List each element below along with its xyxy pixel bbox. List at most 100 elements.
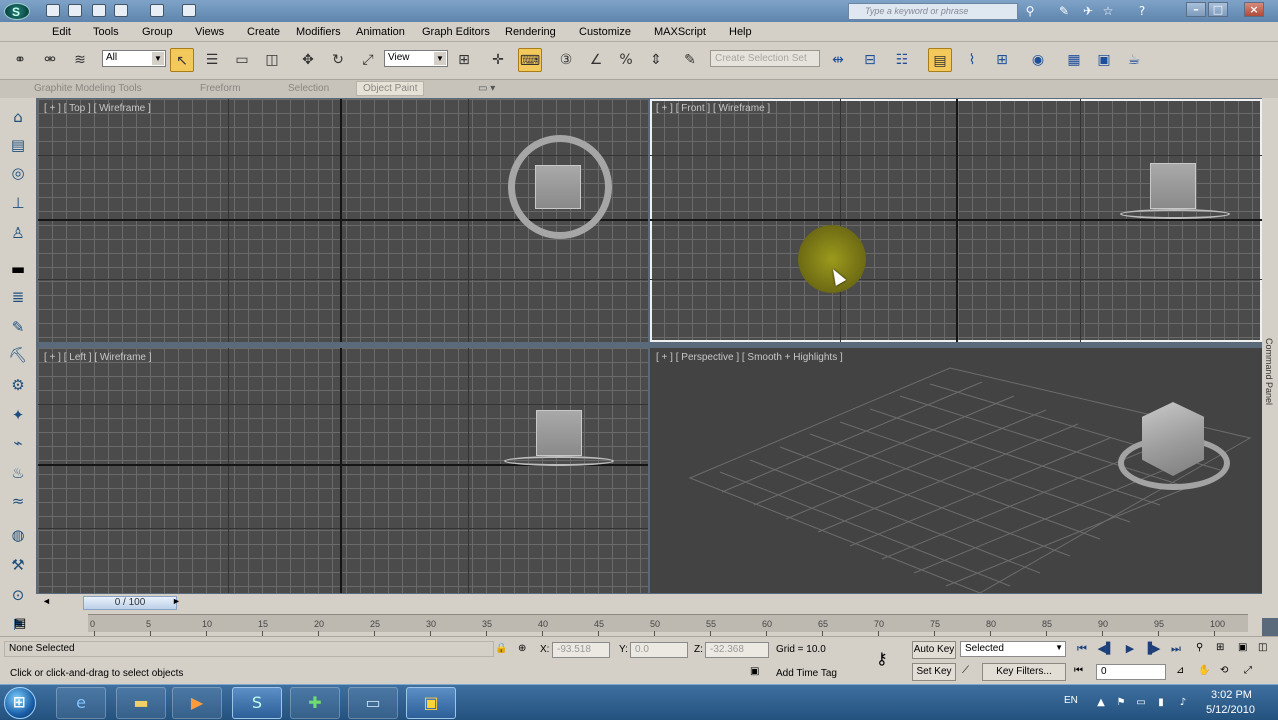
maximize-viewport-icon[interactable]: ⤢ [1244, 665, 1252, 676]
current-frame-field[interactable]: 0 [1096, 664, 1166, 680]
redo-icon[interactable] [150, 4, 164, 17]
curve-editor-icon[interactable]: ⌇ [960, 48, 984, 72]
mirror-icon[interactable]: ⇹ [826, 48, 850, 72]
material-editor-icon[interactable]: ◉ [1026, 48, 1050, 72]
new-file-icon[interactable] [46, 4, 60, 17]
edit-named-selection-icon[interactable]: ✎ [678, 48, 702, 72]
zoom-all-icon[interactable]: ⊞ [1216, 642, 1224, 653]
figure-icon[interactable]: ♙ [7, 222, 29, 244]
lamp-icon[interactable]: ◍ [7, 524, 29, 546]
project-folder-icon[interactable] [182, 4, 196, 17]
auto-key-button[interactable]: Auto Key [912, 641, 956, 659]
align-icon[interactable]: ⊟ [858, 48, 882, 72]
render-production-icon[interactable]: ☕ [1122, 48, 1146, 72]
pan-icon[interactable]: ✋ [1198, 665, 1210, 676]
menu-modifiers[interactable]: Modifiers [296, 26, 341, 38]
clapper-icon[interactable]: ▬ [7, 258, 29, 280]
gear-icon[interactable]: ⚙ [7, 374, 29, 396]
reference-coord-dropdown[interactable]: View ▼ [384, 50, 448, 67]
tab-selection[interactable]: Selection [288, 83, 329, 94]
menu-rendering[interactable]: Rendering [505, 26, 556, 38]
percent-snap-icon[interactable]: % [614, 48, 638, 72]
set-key-button[interactable]: Set Key [912, 663, 956, 681]
media-player-icon[interactable]: ▶ [172, 687, 222, 719]
binoculars-icon[interactable]: ⚲ [1022, 3, 1038, 19]
y-coordinate-field[interactable]: 0.0 [630, 642, 688, 658]
previous-frame-icon[interactable]: ◀▌ [1096, 641, 1116, 657]
viewport-perspective[interactable]: [ + ] [ Perspective ] [ Smooth + Highlig… [650, 348, 1262, 593]
app-logo-icon[interactable]: S [4, 3, 30, 20]
tab-freeform[interactable]: Freeform [200, 83, 241, 94]
layers-icon[interactable]: ≣ [7, 286, 29, 308]
internet-explorer-icon[interactable]: e [56, 687, 106, 719]
tray-flag-icon[interactable]: ⚑ [1114, 696, 1128, 710]
bone-icon[interactable]: ✦ [7, 404, 29, 426]
named-selection-sets-field[interactable]: Create Selection Set [710, 50, 820, 67]
track-bar[interactable]: ▤ 0 5 10 15 20 25 30 35 40 45 50 55 60 65 70 75 80 85 90 95… [14, 612, 1262, 636]
undo-icon[interactable] [114, 4, 128, 17]
viewport-perspective-label[interactable]: [ + ] [ Perspective ] [ Smooth + Highlig… [656, 352, 843, 363]
helix-icon[interactable]: ◎ [7, 162, 29, 184]
default-tangent-icon[interactable]: ⟋ [962, 665, 969, 676]
menu-edit[interactable]: Edit [52, 26, 71, 38]
menu-help[interactable]: Help [729, 26, 752, 38]
viewport-left[interactable]: [ + ] [ Left ] [ Wireframe ] [38, 348, 648, 593]
rotate-icon[interactable]: ↻ [326, 48, 350, 72]
viewport-front-label[interactable]: [ + ] [ Front ] [ Wireframe ] [656, 103, 770, 114]
select-and-link-icon[interactable]: ⚭ [8, 48, 32, 72]
open-file-icon[interactable] [68, 4, 82, 17]
ribbon-options-icon[interactable]: ▭ ▾ [478, 83, 495, 94]
maximize-button[interactable]: □ [1208, 2, 1228, 17]
clock-time[interactable]: 3:02 PM [1211, 689, 1252, 701]
track-bar-ruler[interactable]: 0 5 10 15 20 25 30 35 40 45 50 55 60 65 70 75 80 85 90 95 10… [88, 614, 1248, 636]
capture-app-icon[interactable]: ▣ [406, 687, 456, 719]
viewport-left-label[interactable]: [ + ] [ Left ] [ Wireframe ] [44, 352, 152, 363]
menu-create[interactable]: Create [247, 26, 280, 38]
zoom-extents-icon[interactable]: ▣ [1238, 642, 1247, 653]
selection-filter-dropdown[interactable]: All ▼ [102, 50, 166, 67]
unlink-icon[interactable]: ⚮ [38, 48, 62, 72]
command-panel-collapsed[interactable]: Command Panel [1262, 98, 1278, 618]
layer-manager-icon[interactable]: ☷ [890, 48, 914, 72]
orbit-icon[interactable]: ⟲ [1220, 665, 1228, 676]
language-indicator[interactable]: EN [1064, 695, 1078, 706]
fire-icon[interactable]: ♨ [7, 462, 29, 484]
rectangular-selection-icon[interactable]: ▭ [230, 48, 254, 72]
pen-icon[interactable]: ✎ [7, 316, 29, 338]
go-to-start-icon[interactable]: ⏮ [1072, 641, 1092, 657]
network-app-icon[interactable]: ✚ [290, 687, 340, 719]
scale-icon[interactable]: ⤢ [356, 48, 380, 72]
add-time-tag[interactable]: Add Time Tag [776, 668, 837, 679]
tab-object-paint[interactable]: Object Paint [356, 81, 425, 96]
time-slider-thumb[interactable]: 0 / 100 [83, 596, 177, 610]
absolute-mode-icon[interactable]: ⊕ [518, 643, 526, 654]
search-input[interactable]: Type a keyword or phrase [848, 3, 1018, 20]
lock-selection-icon[interactable]: 🔒 [495, 643, 507, 654]
chevron-right-icon[interactable]: ► [172, 596, 181, 606]
hammer-icon[interactable]: ⚒ [7, 554, 29, 576]
key-filters-button[interactable]: Key Filters... [982, 663, 1066, 681]
menu-customize[interactable]: Customize [579, 26, 631, 38]
window-app-icon[interactable]: ▭ [348, 687, 398, 719]
stamp-icon[interactable]: ⊥ [7, 192, 29, 214]
document-icon[interactable]: ▤ [7, 134, 29, 156]
render-setup-icon[interactable]: ▦ [1062, 48, 1086, 72]
time-slider[interactable]: ◄ 0 / 100 ► [36, 594, 1262, 612]
close-button[interactable]: × [1244, 2, 1264, 17]
mini-curve-editor-icon[interactable]: ▤ [14, 615, 26, 631]
brush-icon[interactable]: ⌁ [7, 432, 29, 454]
communication-icon[interactable]: ✈ [1080, 3, 1096, 19]
cylinder-icon[interactable]: ⊙ [7, 584, 29, 606]
select-by-name-icon[interactable]: ☰ [200, 48, 224, 72]
go-to-end-icon[interactable]: ⏭ [1166, 641, 1186, 657]
chevron-left-icon[interactable]: ◄ [42, 596, 51, 606]
graphite-ribbon-icon[interactable]: ▤ [928, 48, 952, 72]
play-icon[interactable]: ▶ [1120, 641, 1140, 657]
menu-maxscript[interactable]: MAXScript [654, 26, 706, 38]
field-of-view-icon[interactable]: ⊿ [1176, 665, 1184, 676]
tray-monitor-icon[interactable]: ▭ [1134, 696, 1148, 710]
file-explorer-icon[interactable]: ▬ [116, 687, 166, 719]
next-frame-icon[interactable]: ▐▶ [1142, 641, 1162, 657]
key-mode-dropdown[interactable]: Selected ▼ [960, 641, 1066, 657]
window-crossing-icon[interactable]: ◫ [260, 48, 284, 72]
